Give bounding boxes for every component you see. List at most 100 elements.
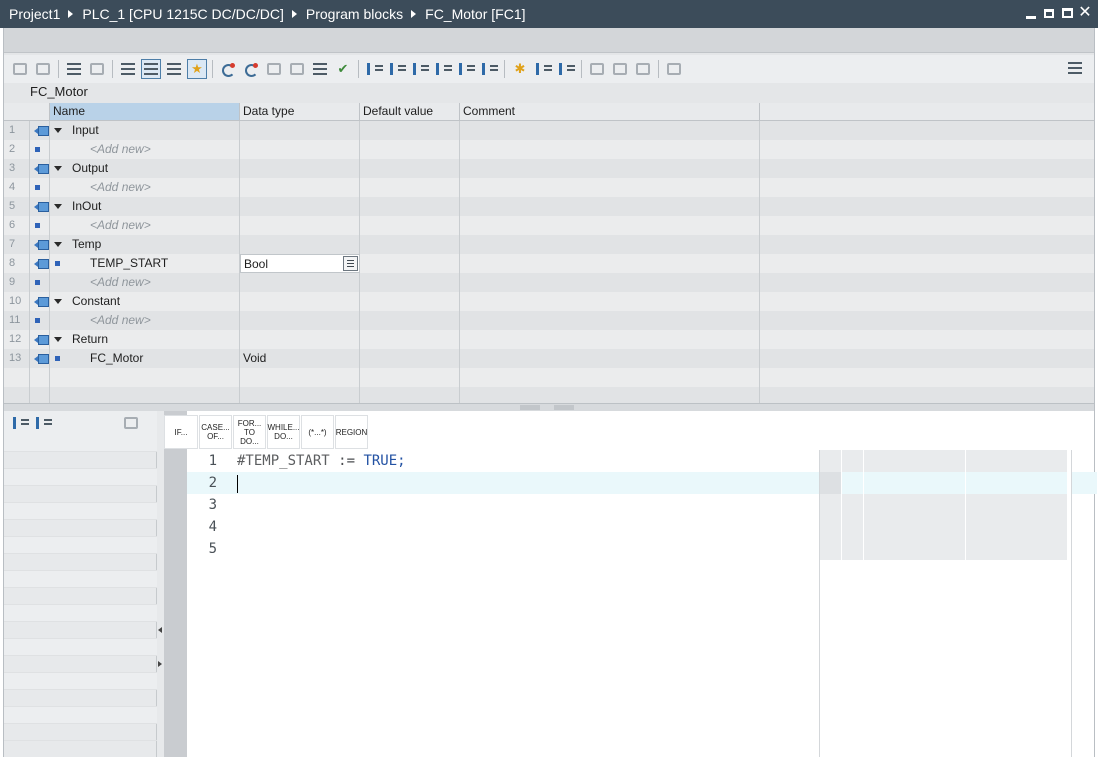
- close-button[interactable]: ✕: [1078, 4, 1092, 22]
- name-cell[interactable]: TEMP_START: [50, 254, 240, 273]
- name-cell[interactable]: InOut: [50, 197, 240, 216]
- name-cell[interactable]: <Add new>: [50, 216, 240, 235]
- float-button[interactable]: [1042, 4, 1056, 22]
- interface-row-add-new[interactable]: 6 <Add new>: [4, 216, 1094, 235]
- comment-cell[interactable]: [460, 216, 760, 235]
- default-cell[interactable]: [360, 140, 460, 159]
- breadcrumb-program-blocks[interactable]: Program blocks: [306, 6, 403, 22]
- pane-layout-button[interactable]: [1066, 59, 1084, 77]
- indent-button[interactable]: [364, 59, 384, 79]
- type-cell[interactable]: [240, 330, 360, 349]
- splitter-down-button[interactable]: [554, 405, 574, 410]
- interface-row-inout[interactable]: 5 InOut: [4, 197, 1094, 216]
- comment-cell[interactable]: [460, 178, 760, 197]
- outdent-button[interactable]: [387, 59, 407, 79]
- default-cell[interactable]: [360, 292, 460, 311]
- expand-triangle-icon[interactable]: [54, 337, 62, 342]
- expand-triangle-icon[interactable]: [54, 166, 62, 171]
- code-value[interactable]: TRUE;: [363, 453, 405, 469]
- interface-row-add-new[interactable]: 4 <Add new>: [4, 178, 1094, 197]
- name-cell[interactable]: FC_Motor: [50, 349, 240, 368]
- database-button[interactable]: [664, 59, 684, 79]
- name-cell[interactable]: Constant: [50, 292, 240, 311]
- code-text[interactable]: #TEMP_START := TRUE;: [237, 450, 406, 472]
- add-new-placeholder[interactable]: <Add new>: [90, 140, 151, 159]
- default-cell[interactable]: [360, 178, 460, 197]
- pane-splitter[interactable]: [4, 403, 1094, 411]
- type-cell[interactable]: [240, 140, 360, 159]
- expand-triangle-icon[interactable]: [54, 128, 62, 133]
- add-new-placeholder[interactable]: <Add new>: [90, 216, 151, 235]
- compile-button[interactable]: ✔: [333, 59, 353, 79]
- interface-row-return-value[interactable]: 13 FC_Motor Void: [4, 349, 1094, 368]
- insert-row-button[interactable]: [10, 59, 30, 79]
- next-bookmark-button[interactable]: [287, 59, 307, 79]
- tree-collapse-button[interactable]: [10, 413, 30, 433]
- default-cell[interactable]: [360, 349, 460, 368]
- column-comment-header[interactable]: Comment: [460, 103, 760, 121]
- add-new-placeholder[interactable]: <Add new>: [90, 178, 151, 197]
- go-to-error-button[interactable]: [218, 59, 238, 79]
- name-cell[interactable]: <Add new>: [50, 273, 240, 292]
- refresh-button[interactable]: [556, 59, 576, 79]
- collapse-button[interactable]: [533, 59, 553, 79]
- default-cell[interactable]: [360, 273, 460, 292]
- interface-row-output[interactable]: 3 Output: [4, 159, 1094, 178]
- name-cell[interactable]: <Add new>: [50, 311, 240, 330]
- interface-row-add-new[interactable]: 2 <Add new>: [4, 140, 1094, 159]
- splitter-up-button[interactable]: [520, 405, 540, 410]
- name-cell[interactable]: Temp: [50, 235, 240, 254]
- go-to-next-error-button[interactable]: [241, 59, 261, 79]
- default-cell[interactable]: [360, 197, 460, 216]
- default-cell[interactable]: [360, 216, 460, 235]
- column-name-header[interactable]: Name: [50, 103, 240, 121]
- expand-triangle-icon[interactable]: [54, 299, 62, 304]
- tree-expand-button[interactable]: [33, 413, 53, 433]
- minimize-button[interactable]: [1024, 4, 1038, 22]
- bookmark-button[interactable]: [264, 59, 284, 79]
- interface-view-button[interactable]: [118, 59, 138, 79]
- comment-cell[interactable]: [460, 330, 760, 349]
- name-cell[interactable]: <Add new>: [50, 140, 240, 159]
- monitoring-button[interactable]: [587, 59, 607, 79]
- column-default-value-header[interactable]: Default value: [360, 103, 460, 121]
- export-button[interactable]: [64, 59, 84, 79]
- type-cell[interactable]: [240, 311, 360, 330]
- comment-cell[interactable]: [460, 140, 760, 159]
- default-cell[interactable]: [360, 311, 460, 330]
- add-new-placeholder[interactable]: <Add new>: [90, 311, 151, 330]
- keyword-region-button[interactable]: REGION: [335, 415, 368, 449]
- type-cell[interactable]: [240, 292, 360, 311]
- type-cell[interactable]: [240, 273, 360, 292]
- add-new-placeholder[interactable]: <Add new>: [90, 273, 151, 292]
- snapshot-button[interactable]: [87, 59, 107, 79]
- keyword-while-button[interactable]: WHILE... DO...: [267, 415, 300, 449]
- scl-code-editor[interactable]: 1 #TEMP_START := TRUE; 2 3 4 5: [187, 450, 1097, 757]
- format-button[interactable]: [433, 59, 453, 79]
- comment-cell[interactable]: [460, 197, 760, 216]
- name-cell[interactable]: Output: [50, 159, 240, 178]
- comment-cell[interactable]: [460, 235, 760, 254]
- tree-sync-button[interactable]: [121, 413, 141, 433]
- collapse-right-icon[interactable]: [158, 661, 162, 667]
- breadcrumb-block[interactable]: FC_Motor [FC1]: [425, 6, 525, 22]
- monitor-off-button[interactable]: [633, 59, 653, 79]
- default-cell[interactable]: [360, 159, 460, 178]
- name-cell[interactable]: <Add new>: [50, 178, 240, 197]
- add-row-button[interactable]: [33, 59, 53, 79]
- monitor-view-button[interactable]: [164, 59, 184, 79]
- interface-row-temp[interactable]: 7 Temp: [4, 235, 1094, 254]
- comment-cell[interactable]: [460, 159, 760, 178]
- comment-cell[interactable]: [460, 311, 760, 330]
- comment-cell[interactable]: [460, 121, 760, 140]
- auto-indent-button[interactable]: [410, 59, 430, 79]
- keyword-if-button[interactable]: IF...: [164, 415, 198, 449]
- type-cell[interactable]: [240, 178, 360, 197]
- clear-bookmarks-button[interactable]: [310, 59, 330, 79]
- default-cell[interactable]: [360, 235, 460, 254]
- favorites-button[interactable]: ★: [187, 59, 207, 79]
- comment-cell[interactable]: [460, 254, 760, 273]
- show-interface-button[interactable]: [141, 59, 161, 79]
- tree-collapse-strip[interactable]: [157, 411, 164, 757]
- interface-row-add-new[interactable]: 11 <Add new>: [4, 311, 1094, 330]
